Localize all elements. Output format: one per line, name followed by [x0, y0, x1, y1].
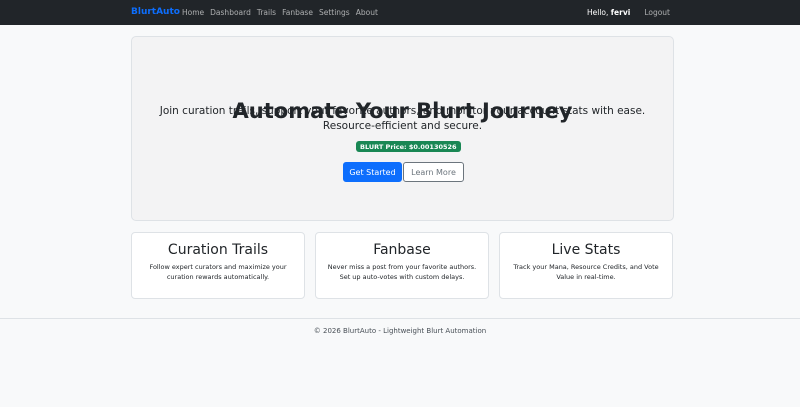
brand-link[interactable]: BlurtAuto: [131, 0, 180, 25]
navbar: BlurtAuto Home Dashboard Trails Fanbase …: [0, 0, 800, 25]
nav-user-area: Hello, fervi Logout: [587, 0, 670, 25]
nav-link-home[interactable]: Home: [182, 8, 204, 17]
feature-text: Track your Mana, Resource Credits, and V…: [513, 263, 659, 281]
feature-title: Curation Trails: [167, 242, 269, 258]
feature-text: Follow expert curators and maximize your…: [149, 263, 287, 281]
feature-card-fanbase: Fanbase Never miss a post from your favo…: [315, 232, 489, 299]
username: fervi: [610, 8, 631, 17]
footer-divider: [0, 318, 800, 319]
nav-link-trails[interactable]: Trails: [257, 8, 276, 17]
logout-link[interactable]: Logout: [644, 8, 670, 17]
feature-text: Never miss a post from your favorite aut…: [327, 263, 477, 281]
nav-links: Home Dashboard Trails Fanbase Settings A…: [182, 0, 384, 25]
nav-link-about[interactable]: About: [356, 8, 378, 17]
hero-lead: Join curation trails, support your favor…: [159, 105, 646, 132]
feature-card-live-stats: Live Stats Track your Mana, Resource Cre…: [499, 232, 673, 299]
feature-card-curation-trails: Curation Trails Follow expert curators a…: [131, 232, 305, 299]
feature-title: Fanbase: [373, 242, 431, 258]
feature-title: Live Stats: [551, 242, 621, 258]
learn-more-button[interactable]: Learn More: [403, 162, 464, 182]
nav-link-fanbase[interactable]: Fanbase: [282, 8, 313, 17]
price-badge: BLURT Price: $0.00130526: [356, 141, 461, 152]
hero-section: Automate Your Blurt Journey Join curatio…: [131, 36, 674, 221]
footer-text: © 2026 BlurtAuto - Lightweight Blurt Aut…: [313, 327, 487, 335]
greeting: Hello, fervi: [587, 8, 630, 17]
get-started-button[interactable]: Get Started: [343, 162, 402, 182]
nav-link-settings[interactable]: Settings: [319, 8, 350, 17]
greeting-prefix: Hello,: [587, 8, 611, 17]
nav-link-dashboard[interactable]: Dashboard: [210, 8, 251, 17]
